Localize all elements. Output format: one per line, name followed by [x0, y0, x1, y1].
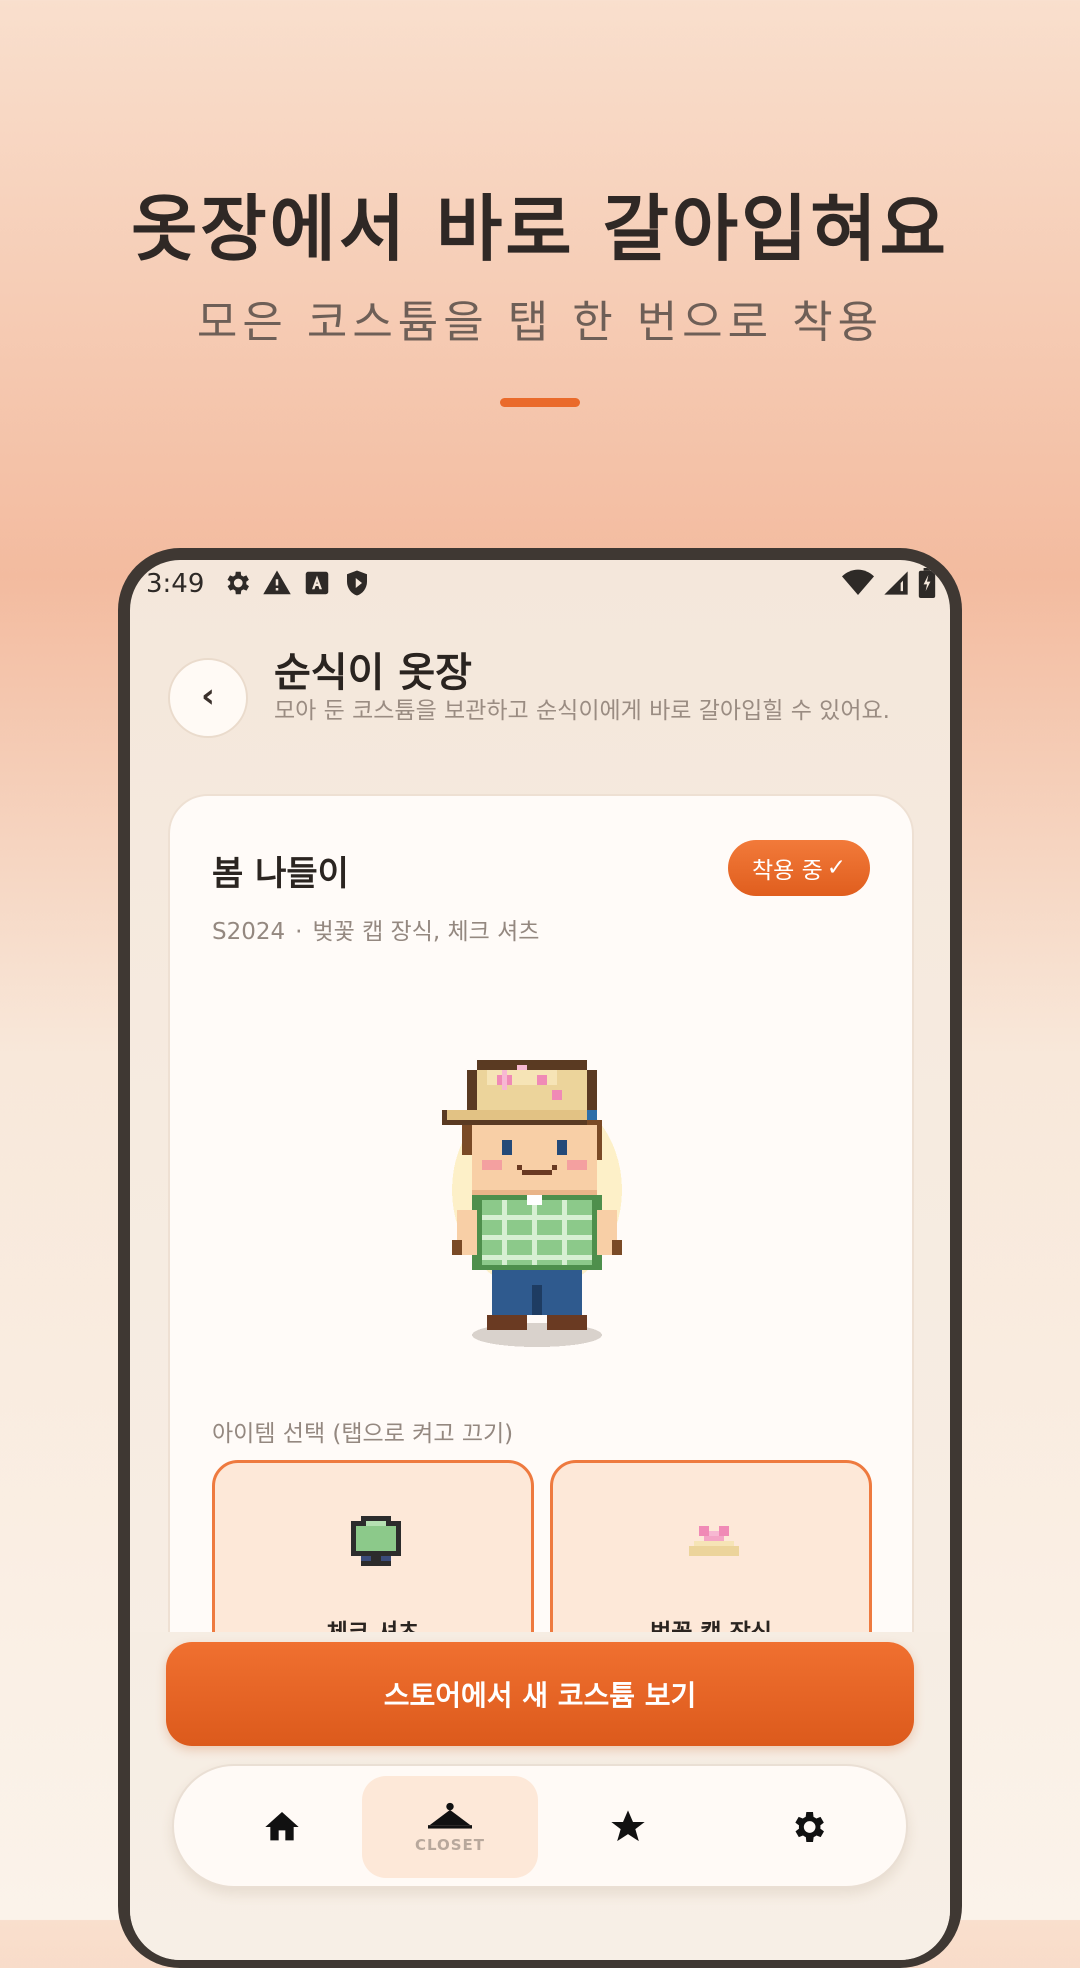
home-icon [265, 1812, 299, 1841]
meta-separator: · [295, 919, 303, 945]
nav-item-settings[interactable] [720, 1776, 896, 1878]
shirt-icon [351, 1516, 401, 1566]
cherry-blossom-cap-icon [689, 1526, 739, 1556]
warning-icon [262, 568, 292, 598]
hero-subtitle: 모은 코스튬을 탭 한 번으로 착용 [196, 297, 884, 348]
hero-title: 옷장에서 바로 갈아입혀요 [131, 187, 949, 271]
outfit-season: S2024 [212, 919, 286, 945]
star-icon [611, 1810, 645, 1842]
nav-label-closet: CLOSET [414, 1836, 486, 1854]
font-a-icon [302, 568, 332, 598]
page-description: 모아 둔 코스튬을 보관하고 순식이에게 바로 갈아입힐 수 있어요. [274, 698, 890, 724]
nav-item-closet[interactable]: CLOSET [362, 1776, 538, 1878]
outfit-meta: S2024 · 벚꽃 캡 장식, 체크 셔츠 [212, 912, 539, 946]
items-section-label: 아이템 선택 (탭으로 켜고 끄기) [212, 1421, 514, 1447]
back-button[interactable]: ‹ [168, 658, 248, 738]
outfit-card: 봄 나들이 착용 중 ✓ S2024 · 벚꽃 캡 장식, 체크 셔츠 아이템 … [168, 794, 914, 1700]
battery-icon [918, 568, 936, 598]
check-icon: ✓ [826, 855, 847, 881]
signal-icon [882, 569, 910, 597]
nav-item-home[interactable] [194, 1776, 370, 1878]
equipped-badge[interactable]: 착용 중 ✓ [728, 840, 870, 896]
status-bar: 3:49 [130, 560, 950, 610]
chevron-left-icon: ‹ [200, 676, 215, 716]
character-preview [442, 1060, 622, 1347]
gear-icon [795, 1812, 824, 1842]
wifi-icon [842, 569, 874, 597]
outfit-name: 봄 나들이 [212, 854, 349, 894]
hanger-icon [428, 1802, 472, 1829]
shield-icon [342, 568, 372, 598]
status-time: 3:49 [146, 569, 205, 599]
outfit-items-summary: 벚꽃 캡 장식, 체크 셔츠 [312, 919, 540, 945]
bottom-nav: CLOSET [172, 1764, 908, 1888]
page-title: 순식이 옷장 [274, 650, 472, 696]
hero-accent-bar [500, 398, 580, 407]
settings-icon [222, 568, 252, 598]
equipped-badge-label: 착용 중 [751, 858, 823, 884]
phone-screen: 3:49 ‹ 순식이 옷장 모아 둔 코스튬을 보관하고 순식이에게 바로 갈아… [130, 560, 950, 1960]
nav-item-favorites[interactable] [540, 1776, 716, 1878]
store-button[interactable]: 스토어에서 새 코스튬 보기 [166, 1642, 914, 1746]
